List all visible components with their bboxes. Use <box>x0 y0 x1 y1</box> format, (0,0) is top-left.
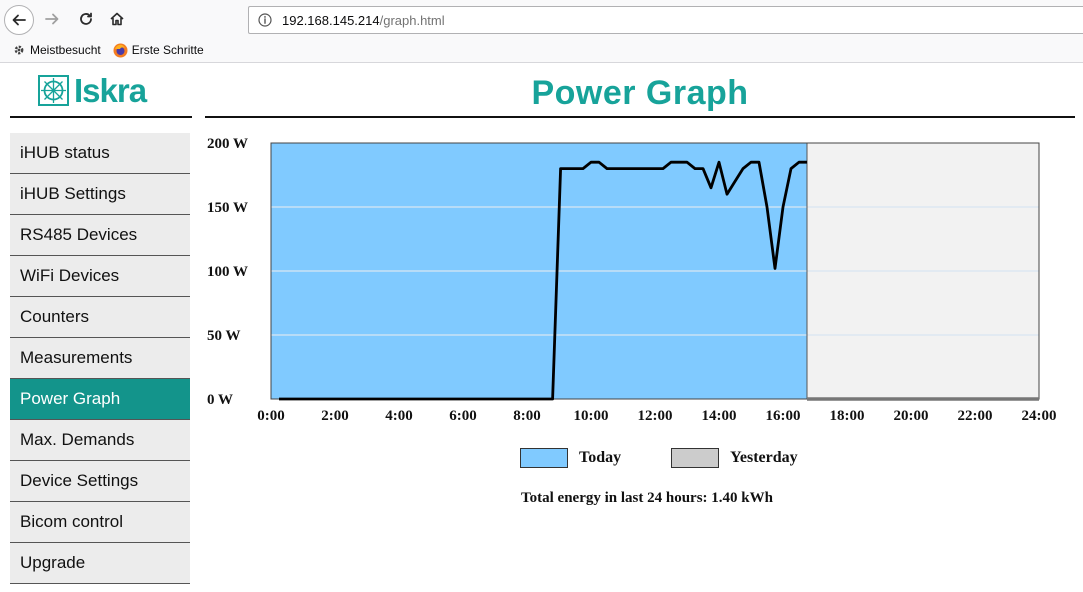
sidebar-item-bicom-control[interactable]: Bicom control <box>10 502 190 543</box>
sidebar-item-counters[interactable]: Counters <box>10 297 190 338</box>
bookmarks-bar: Meistbesucht Erste Schritte <box>0 40 204 60</box>
iskra-logo[interactable]: Iskra <box>38 72 147 109</box>
home-button[interactable] <box>103 5 131 33</box>
sidebar-item-label: Upgrade <box>20 553 86 572</box>
y-tick-label: 0 W <box>207 392 233 408</box>
x-tick-label: 18:00 <box>830 408 865 424</box>
iskra-logo-icon <box>38 75 69 106</box>
bookmark-label: Meistbesucht <box>30 43 101 57</box>
sidebar-item-label: WiFi Devices <box>20 266 120 285</box>
legend-label-today: Today <box>579 449 622 466</box>
sidebar-item-ihub-status[interactable]: iHUB status <box>10 133 190 174</box>
chart-legend: Today Yesterday <box>520 448 798 468</box>
url-host: 192.168.145.214 <box>282 12 380 28</box>
legend-swatch-yesterday <box>671 448 720 468</box>
page-title: Power Graph <box>531 74 749 112</box>
header-divider <box>205 116 1075 118</box>
header-divider-left <box>10 116 192 118</box>
browser-toolbar: 192.168.145.214/graph.html Meistbesucht … <box>0 0 1083 63</box>
x-tick-label: 10:00 <box>574 408 609 424</box>
x-tick-label: 16:00 <box>766 408 801 424</box>
bookmark-label: Erste Schritte <box>131 43 204 57</box>
y-tick-label: 150 W <box>207 200 248 216</box>
logo-text: Iskra <box>74 72 147 109</box>
sidebar-item-max-demands[interactable]: Max. Demands <box>10 420 190 461</box>
sidebar-item-label: Power Graph <box>20 389 121 408</box>
url-bar[interactable]: 192.168.145.214/graph.html <box>248 6 1083 34</box>
x-tick-label: 24:00 <box>1022 408 1057 424</box>
sidebar-item-rs485-devices[interactable]: RS485 Devices <box>10 215 190 256</box>
sidebar-item-label: Measurements <box>20 348 133 367</box>
sidebar-item-device-settings[interactable]: Device Settings <box>10 461 190 502</box>
sidebar-item-label: Counters <box>20 307 89 326</box>
sidebar-item-ihub-settings[interactable]: iHUB Settings <box>10 174 190 215</box>
y-tick-label: 50 W <box>207 328 240 344</box>
sidebar-item-label: iHUB Settings <box>20 184 126 203</box>
sidebar-item-label: RS485 Devices <box>20 225 138 244</box>
sidebar-nav: iHUB status iHUB Settings RS485 Devices … <box>10 133 190 584</box>
sidebar-item-upgrade[interactable]: Upgrade <box>10 543 190 584</box>
sidebar-item-label: Max. Demands <box>20 430 135 449</box>
arrow-right-icon <box>45 13 59 25</box>
info-icon[interactable] <box>258 13 272 27</box>
sidebar-item-wifi-devices[interactable]: WiFi Devices <box>10 256 190 297</box>
x-tick-label: 2:00 <box>321 408 349 424</box>
x-tick-label: 4:00 <box>385 408 413 424</box>
sidebar-item-power-graph[interactable]: Power Graph <box>10 379 190 420</box>
back-button[interactable] <box>4 5 34 35</box>
gear-icon <box>14 45 24 55</box>
x-tick-label: 0:00 <box>257 408 285 424</box>
x-tick-label: 14:00 <box>702 408 737 424</box>
total-energy: Total energy in last 24 hours: 1.40 kWh <box>521 490 773 506</box>
sidebar-item-label: Bicom control <box>20 512 123 531</box>
legend-swatch-today <box>520 448 568 468</box>
reload-button[interactable] <box>72 5 100 33</box>
bookmark-most-visited[interactable]: Meistbesucht <box>12 43 101 57</box>
sidebar-item-measurements[interactable]: Measurements <box>10 338 190 379</box>
x-tick-label: 8:00 <box>513 408 541 424</box>
y-tick-label: 100 W <box>207 264 248 280</box>
power-chart: 0 W 50 W 100 W 150 W 200 W 0:00 2:00 4:00 6:00 8:… <box>207 136 1057 424</box>
y-tick-label: 200 W <box>207 136 248 152</box>
sidebar-item-label: iHUB status <box>20 143 110 162</box>
x-tick-label: 22:00 <box>958 408 993 424</box>
x-tick-label: 6:00 <box>449 408 477 424</box>
url-path: /graph.html <box>379 12 445 28</box>
arrow-left-icon <box>12 14 26 26</box>
x-tick-label: 20:00 <box>894 408 929 424</box>
bookmark-getting-started[interactable]: Erste Schritte <box>113 43 204 58</box>
legend-label-yesterday: Yesterday <box>730 449 798 466</box>
home-icon <box>110 12 124 26</box>
reload-icon <box>80 12 92 25</box>
sidebar-item-label: Device Settings <box>20 471 139 490</box>
x-tick-label: 12:00 <box>638 408 673 424</box>
firefox-icon <box>113 43 128 57</box>
forward-button[interactable] <box>38 5 66 33</box>
